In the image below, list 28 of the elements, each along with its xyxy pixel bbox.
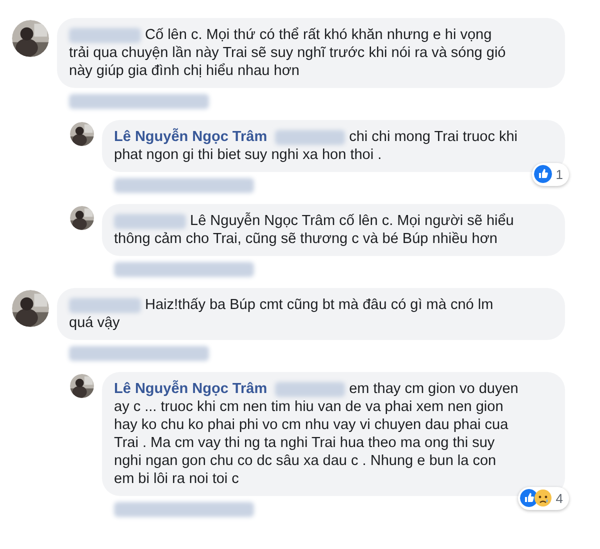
sad-face-icon	[534, 489, 552, 508]
blurred-name	[275, 130, 346, 144]
blurred-name	[114, 214, 186, 228]
comment-text: ay c ... truoc khi cm nen tim hiu van de va phai xem nen gion	[114, 398, 504, 416]
comment-text: quá vậy	[69, 314, 120, 332]
comment-text: này giúp gia đình chị hiểu nhau hơn	[69, 62, 300, 80]
comment-text: em thay cm gion vo duyen	[349, 380, 518, 398]
comment-text: trải qua chuyện lần này Trai sẽ suy nghĩ trước khi nói ra và sóng gió	[69, 44, 506, 62]
comment-text: Trai . Ma cm vay thi ng ta nghi Trai hua theo ma ong thi suy	[114, 434, 495, 452]
comment-text: em bi lôi ra noi toi c	[114, 470, 239, 488]
blurred-name	[69, 298, 141, 312]
comment-text: phat ngon gi thi biet suy nghi xa hon thoi .	[114, 146, 382, 164]
reaction-badge[interactable]: 1	[532, 162, 569, 186]
author-name[interactable]: Lê Nguyễn Ngọc Trâm	[114, 380, 268, 398]
thumbs-up-icon	[534, 165, 552, 184]
reaction-count: 1	[556, 166, 563, 184]
comment-text: thông cảm cho Trai, cũng sẽ thương c và bé Búp nhiều hơn	[114, 230, 498, 248]
blurred-name	[275, 382, 346, 396]
reaction-badge[interactable]: 4	[518, 486, 569, 510]
blurred-name	[69, 28, 141, 42]
author-name[interactable]: Lê Nguyễn Ngọc Trâm	[114, 128, 268, 146]
comment-text: chi chi mong Trai truoc khi	[349, 128, 518, 146]
comment-text: nghi ngan gon chu co dc sâu xa dau c . Nhung e bun la con	[114, 452, 496, 470]
comment-text: Lê Nguyễn Ngọc Trâm cố lên c. Mọi người sẽ hiểu	[190, 212, 514, 230]
comment-text: hay ko chu ko phai phi vo cm nhu vay vi chuyen dau phai cua	[114, 416, 508, 434]
comment-text: Cố lên c. Mọi thứ có thể rất khó khăn nhưng e hi vọng	[145, 26, 492, 44]
comment-text: Haiz!thấy ba Búp cmt cũng bt mà đâu có gì mà cnó lm	[145, 296, 494, 314]
reaction-count: 4	[556, 490, 563, 508]
